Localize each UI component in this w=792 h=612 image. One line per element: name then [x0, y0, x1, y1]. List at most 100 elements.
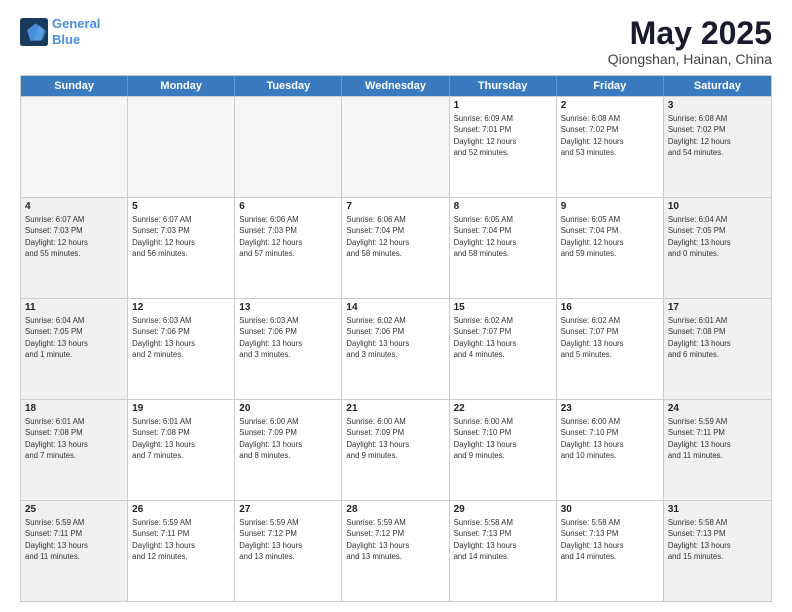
cal-cell: 2Sunrise: 6:08 AM Sunset: 7:02 PM Daylig… [557, 97, 664, 197]
cal-cell: 16 Sunrise: 6:02 AM Sunset: 7:07 PM Dayli… [557, 299, 664, 399]
cell-info: Sunrise: 6:05 AM Sunset: 7:04 PM Dayligh… [454, 214, 552, 259]
cell-info: Sunrise: 6:00 AM Sunset: 7:10 PM Dayligh… [561, 416, 659, 461]
cal-cell: 26 Sunrise: 5:59 AM Sunset: 7:11 PM Dayli… [128, 501, 235, 601]
day-number: 13 [239, 302, 337, 313]
day-number: 12 [132, 302, 230, 313]
page: General Blue May 2025 Qiongshan, Hainan,… [0, 0, 792, 612]
cell-info: Sunrise: 6:08 AM Sunset: 7:02 PM Dayligh… [668, 113, 767, 158]
cal-cell: 6Sunrise: 6:06 AM Sunset: 7:03 PM Daylig… [235, 198, 342, 298]
day-number: 10 [668, 201, 767, 212]
calendar-body: 1 Sunrise: 6:09 AM Sunset: 7:01 PM Daylig… [21, 96, 771, 601]
day-header-wednesday: Wednesday [342, 76, 449, 96]
day-number: 29 [454, 504, 552, 515]
cal-cell [21, 97, 128, 197]
cal-cell: 25 Sunrise: 5:59 AM Sunset: 7:11 PM Dayli… [21, 501, 128, 601]
cal-cell: 18 Sunrise: 6:01 AM Sunset: 7:08 PM Dayli… [21, 400, 128, 500]
cell-info: Sunrise: 6:05 AM Sunset: 7:04 PM Dayligh… [561, 214, 659, 259]
cell-info: Sunrise: 5:59 AM Sunset: 7:11 PM Dayligh… [132, 517, 230, 562]
cell-info: Sunrise: 5:59 AM Sunset: 7:12 PM Dayligh… [346, 517, 444, 562]
day-number: 1 [454, 100, 552, 111]
day-header-friday: Friday [557, 76, 664, 96]
cell-info: Sunrise: 5:58 AM Sunset: 7:13 PM Dayligh… [561, 517, 659, 562]
cal-cell [342, 97, 449, 197]
cal-cell: 23Sunrise: 6:00 AM Sunset: 7:10 PM Dayli… [557, 400, 664, 500]
day-header-monday: Monday [128, 76, 235, 96]
day-number: 14 [346, 302, 444, 313]
day-number: 27 [239, 504, 337, 515]
cell-info: Sunrise: 6:01 AM Sunset: 7:08 PM Dayligh… [668, 315, 767, 360]
logo: General Blue [20, 16, 100, 47]
calendar: SundayMondayTuesdayWednesdayThursdayFrid… [20, 75, 772, 602]
cal-cell [235, 97, 342, 197]
calendar-header: SundayMondayTuesdayWednesdayThursdayFrid… [21, 76, 771, 96]
month-title: May 2025 [608, 16, 772, 51]
cal-cell: 17 Sunrise: 6:01 AM Sunset: 7:08 PM Dayli… [664, 299, 771, 399]
cell-info: Sunrise: 6:03 AM Sunset: 7:06 PM Dayligh… [132, 315, 230, 360]
cell-info: Sunrise: 6:02 AM Sunset: 7:07 PM Dayligh… [561, 315, 659, 360]
day-number: 20 [239, 403, 337, 414]
week-row-5: 25 Sunrise: 5:59 AM Sunset: 7:11 PM Dayli… [21, 500, 771, 601]
day-number: 5 [132, 201, 230, 212]
day-number: 22 [454, 403, 552, 414]
day-number: 18 [25, 403, 123, 414]
day-number: 4 [25, 201, 123, 212]
cal-cell: 22 Sunrise: 6:00 AM Sunset: 7:10 PM Dayli… [450, 400, 557, 500]
cell-info: Sunrise: 5:59 AM Sunset: 7:12 PM Dayligh… [239, 517, 337, 562]
cell-info: Sunrise: 6:04 AM Sunset: 7:05 PM Dayligh… [25, 315, 123, 360]
cell-info: Sunrise: 5:59 AM Sunset: 7:11 PM Dayligh… [25, 517, 123, 562]
day-number: 16 [561, 302, 659, 313]
day-number: 21 [346, 403, 444, 414]
cell-info: Sunrise: 6:02 AM Sunset: 7:07 PM Dayligh… [454, 315, 552, 360]
day-number: 17 [668, 302, 767, 313]
cell-info: Sunrise: 6:02 AM Sunset: 7:06 PM Dayligh… [346, 315, 444, 360]
cell-info: Sunrise: 6:01 AM Sunset: 7:08 PM Dayligh… [132, 416, 230, 461]
cal-cell: 13 Sunrise: 6:03 AM Sunset: 7:06 PM Dayli… [235, 299, 342, 399]
cal-cell: 29 Sunrise: 5:58 AM Sunset: 7:13 PM Dayli… [450, 501, 557, 601]
day-number: 11 [25, 302, 123, 313]
day-number: 25 [25, 504, 123, 515]
cal-cell: 11 Sunrise: 6:04 AM Sunset: 7:05 PM Dayli… [21, 299, 128, 399]
cell-info: Sunrise: 6:00 AM Sunset: 7:09 PM Dayligh… [346, 416, 444, 461]
cal-cell: 12 Sunrise: 6:03 AM Sunset: 7:06 PM Dayli… [128, 299, 235, 399]
cell-info: Sunrise: 6:03 AM Sunset: 7:06 PM Dayligh… [239, 315, 337, 360]
cal-cell: 14 Sunrise: 6:02 AM Sunset: 7:06 PM Dayli… [342, 299, 449, 399]
day-header-saturday: Saturday [664, 76, 771, 96]
week-row-1: 1 Sunrise: 6:09 AM Sunset: 7:01 PM Daylig… [21, 96, 771, 197]
cal-cell: 31 Sunrise: 5:58 AM Sunset: 7:13 PM Dayli… [664, 501, 771, 601]
cell-info: Sunrise: 6:01 AM Sunset: 7:08 PM Dayligh… [25, 416, 123, 461]
day-number: 8 [454, 201, 552, 212]
cal-cell: 15 Sunrise: 6:02 AM Sunset: 7:07 PM Dayli… [450, 299, 557, 399]
cell-info: Sunrise: 6:08 AM Sunset: 7:02 PM Dayligh… [561, 113, 659, 158]
title-section: May 2025 Qiongshan, Hainan, China [608, 16, 772, 67]
day-number: 19 [132, 403, 230, 414]
cal-cell: 30 Sunrise: 5:58 AM Sunset: 7:13 PM Dayli… [557, 501, 664, 601]
cal-cell: 5Sunrise: 6:07 AM Sunset: 7:03 PM Daylig… [128, 198, 235, 298]
cell-info: Sunrise: 6:07 AM Sunset: 7:03 PM Dayligh… [25, 214, 123, 259]
day-number: 15 [454, 302, 552, 313]
day-number: 24 [668, 403, 767, 414]
cal-cell: 20Sunrise: 6:00 AM Sunset: 7:09 PM Dayli… [235, 400, 342, 500]
cell-info: Sunrise: 6:09 AM Sunset: 7:01 PM Dayligh… [454, 113, 552, 158]
logo-icon [20, 18, 48, 46]
cal-cell [128, 97, 235, 197]
day-number: 26 [132, 504, 230, 515]
day-number: 30 [561, 504, 659, 515]
week-row-3: 11 Sunrise: 6:04 AM Sunset: 7:05 PM Dayli… [21, 298, 771, 399]
week-row-2: 4 Sunrise: 6:07 AM Sunset: 7:03 PM Daylig… [21, 197, 771, 298]
header: General Blue May 2025 Qiongshan, Hainan,… [20, 16, 772, 67]
day-header-tuesday: Tuesday [235, 76, 342, 96]
cell-info: Sunrise: 5:59 AM Sunset: 7:11 PM Dayligh… [668, 416, 767, 461]
week-row-4: 18 Sunrise: 6:01 AM Sunset: 7:08 PM Dayli… [21, 399, 771, 500]
cell-info: Sunrise: 5:58 AM Sunset: 7:13 PM Dayligh… [454, 517, 552, 562]
day-number: 31 [668, 504, 767, 515]
cell-info: Sunrise: 6:04 AM Sunset: 7:05 PM Dayligh… [668, 214, 767, 259]
day-number: 7 [346, 201, 444, 212]
cal-cell: 21 Sunrise: 6:00 AM Sunset: 7:09 PM Dayli… [342, 400, 449, 500]
cal-cell: 27 Sunrise: 5:59 AM Sunset: 7:12 PM Dayli… [235, 501, 342, 601]
cell-info: Sunrise: 5:58 AM Sunset: 7:13 PM Dayligh… [668, 517, 767, 562]
cal-cell: 8 Sunrise: 6:05 AM Sunset: 7:04 PM Daylig… [450, 198, 557, 298]
cal-cell: 1 Sunrise: 6:09 AM Sunset: 7:01 PM Daylig… [450, 97, 557, 197]
cal-cell: 24 Sunrise: 5:59 AM Sunset: 7:11 PM Dayli… [664, 400, 771, 500]
cell-info: Sunrise: 6:00 AM Sunset: 7:10 PM Dayligh… [454, 416, 552, 461]
day-number: 6 [239, 201, 337, 212]
